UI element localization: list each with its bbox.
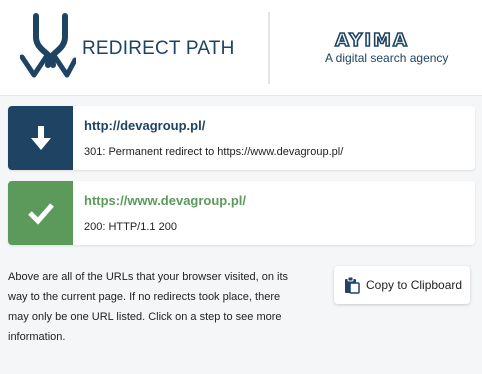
brand-name: REDIRECT PATH [82,38,235,59]
hop-status-detail: 301: Permanent redirect to https://www.d… [84,146,344,158]
redirect-step-2[interactable]: https://www.devagroup.pl/ 200: HTTP/1.1 … [8,181,475,245]
copy-button-label: Copy to Clipboard [366,278,463,292]
ayima-logo-text: AYIMA [335,31,409,49]
copy-to-clipboard-button[interactable]: Copy to Clipboard [334,266,470,304]
redirect-path-logo-icon [20,13,76,78]
header-divider [268,12,270,84]
header: REDIRECT PATH AYIMA A digital search age… [0,0,482,96]
ayima-logo: AYIMA [334,31,409,49]
hop-status-detail: 200: HTTP/1.1 200 [84,221,177,233]
info-text: Above are all of the URLs that your brow… [8,271,289,343]
hop-status-box [8,181,73,245]
arrow-down-icon [30,126,51,150]
hop-status-box [8,106,73,170]
hop-url: https://www.devagroup.pl/ [84,193,247,208]
checkmark-icon [27,203,54,225]
redirect-step-1[interactable]: http://devagroup.pl/ 301: Permanent redi… [8,106,475,170]
clipboard-icon [345,276,360,294]
hop-url: http://devagroup.pl/ [84,118,206,133]
ayima-tagline: A digital search agency [325,51,449,65]
